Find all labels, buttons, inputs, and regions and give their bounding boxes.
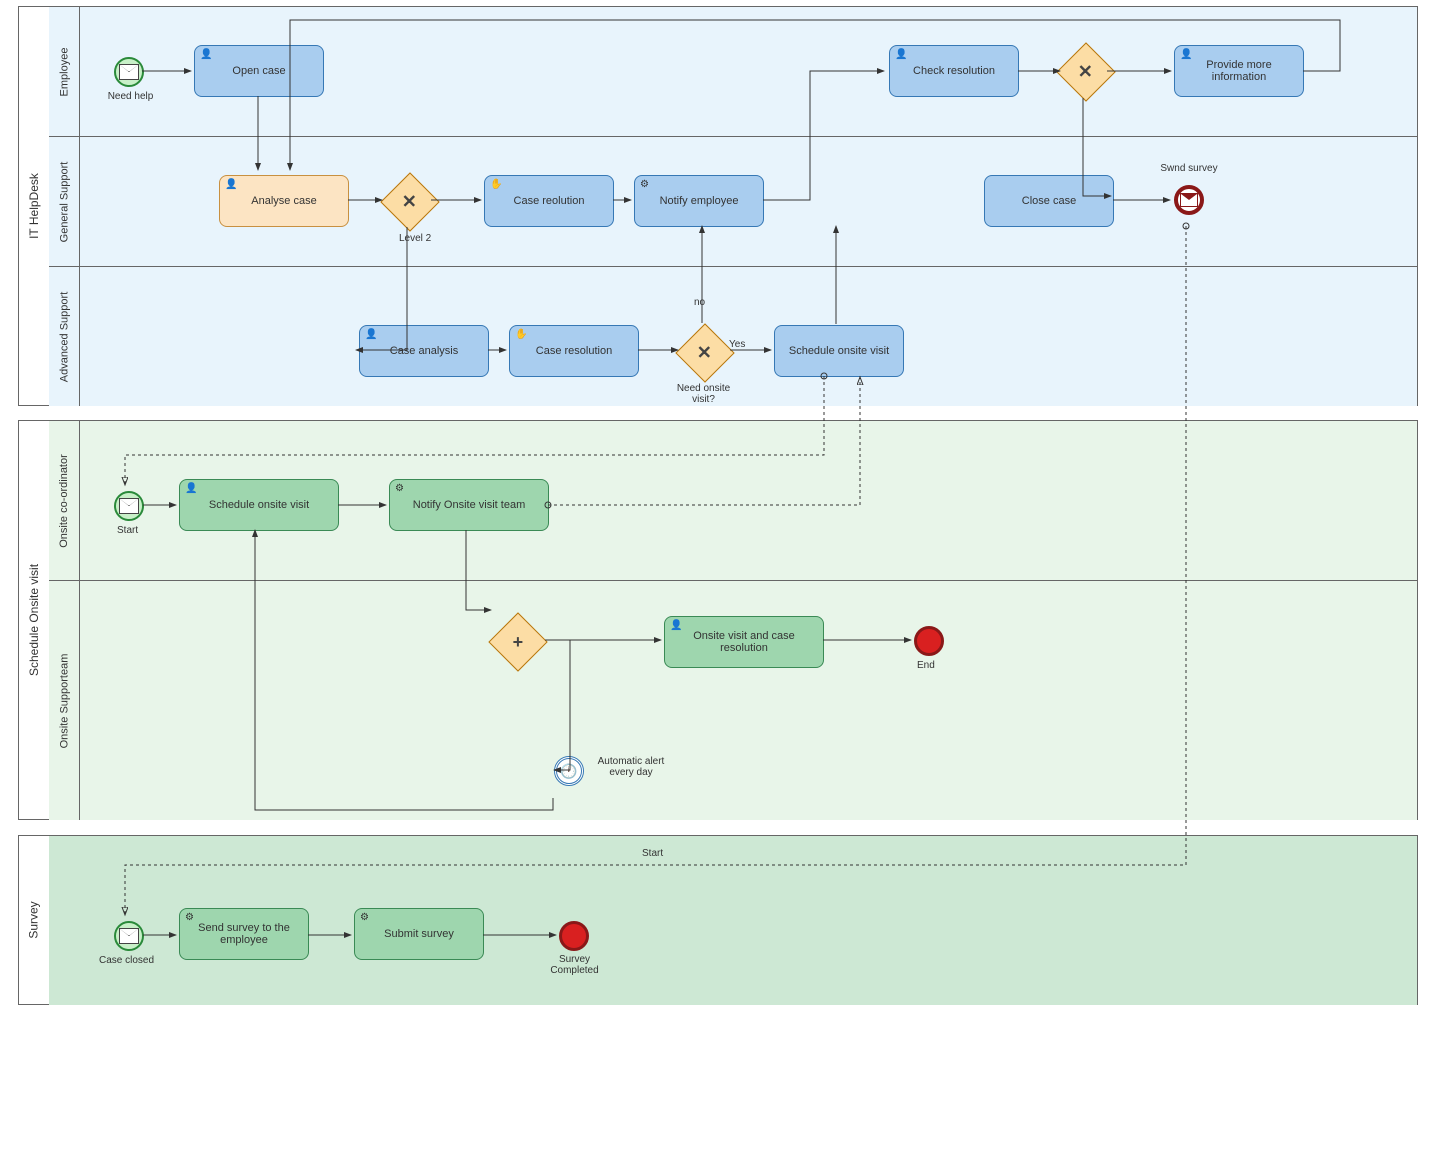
task-notify-team[interactable]: ⚙Notify Onsite visit team [389, 479, 549, 531]
user-icon: 👤 [200, 49, 212, 60]
task-check-resolution[interactable]: 👤Check resolution [889, 45, 1019, 97]
message-icon [1180, 193, 1198, 207]
lane-title-employee: Employee [49, 7, 80, 136]
label-level2: Level 2 [399, 233, 431, 244]
user-icon: 👤 [1180, 49, 1192, 60]
gear-icon: ⚙ [395, 483, 404, 494]
gateway-level2[interactable]: ✕ [380, 172, 439, 231]
bpmn-diagram: IT HelpDesk Employee Need help 👤Open cas… [0, 0, 1436, 1150]
lane-title-general: General Support [49, 137, 80, 266]
label-need-help: Need help [103, 91, 158, 102]
label-auto-alert: Automatic alert every day [591, 756, 671, 778]
end-event-onsite[interactable] [914, 626, 944, 656]
gear-icon: ⚙ [360, 912, 369, 923]
label-yes: Yes [729, 339, 745, 350]
pool-title-survey: Survey [19, 836, 50, 1004]
task-provide-info[interactable]: 👤Provide more information [1174, 45, 1304, 97]
hand-icon: ✋ [490, 179, 502, 190]
task-close-case[interactable]: Close case [984, 175, 1114, 227]
gateway-parallel[interactable]: + [488, 612, 547, 671]
lane-employee: Employee Need help 👤Open case 👤Check res… [49, 7, 1417, 137]
task-schedule-onsite-1[interactable]: Schedule onsite visit [774, 325, 904, 377]
x-icon: ✕ [1078, 62, 1093, 83]
message-icon [119, 498, 139, 514]
task-schedule-onsite-2[interactable]: 👤Schedule onsite visit [179, 479, 339, 531]
lane-support-team: Onsite Supporteam + 👤Onsite visit and ca… [49, 581, 1417, 820]
label-end-1: End [917, 660, 935, 671]
x-icon: ✕ [402, 192, 417, 213]
clock-icon: 🕐 [560, 763, 577, 780]
task-analyse-case[interactable]: 👤Analyse case [219, 175, 349, 227]
task-submit-survey[interactable]: ⚙Submit survey [354, 908, 484, 960]
user-icon: 👤 [895, 49, 907, 60]
lane-title-advanced: Advanced Support [49, 267, 80, 406]
label-no: no [694, 297, 705, 308]
task-case-resolution-1[interactable]: ✋Case reolution [484, 175, 614, 227]
task-case-analysis[interactable]: 👤Case analysis [359, 325, 489, 377]
gateway-need-onsite[interactable]: ✕ [675, 323, 734, 382]
end-event-send-survey[interactable] [1174, 185, 1204, 215]
hand-icon: ✋ [515, 329, 527, 340]
start-event-need-help[interactable] [114, 57, 144, 87]
gateway-resolution-check[interactable]: ✕ [1056, 42, 1115, 101]
task-notify-employee[interactable]: ⚙Notify employee [634, 175, 764, 227]
pool-title-helpdesk: IT HelpDesk [19, 7, 50, 405]
label-case-closed: Case closed [99, 955, 154, 966]
pool-it-helpdesk[interactable]: IT HelpDesk Employee Need help 👤Open cas… [18, 6, 1418, 406]
x-icon: ✕ [697, 343, 712, 364]
task-case-resolution-2[interactable]: ✋Case resolution [509, 325, 639, 377]
lane-title-coordinator: Onsite co-ordinator [49, 421, 80, 580]
gear-icon: ⚙ [185, 912, 194, 923]
lane-advanced-support: Advanced Support 👤Case analysis ✋Case re… [49, 267, 1417, 406]
task-send-survey[interactable]: ⚙Send survey to the employee [179, 908, 309, 960]
pool-schedule-onsite[interactable]: Schedule Onsite visit Onsite co-ordinato… [18, 420, 1418, 820]
pool-survey[interactable]: Survey Case closed Start ⚙Send survey to… [18, 835, 1418, 1005]
gear-icon: ⚙ [640, 179, 649, 190]
label-start-2: Start [642, 848, 663, 859]
label-survey-completed: Survey Completed [547, 954, 602, 976]
user-icon: 👤 [365, 329, 377, 340]
message-icon [119, 928, 139, 944]
timer-event[interactable]: 🕐 [554, 756, 584, 786]
message-icon [119, 64, 139, 80]
user-icon: 👤 [225, 179, 237, 190]
end-event-survey[interactable] [559, 921, 589, 951]
user-icon: 👤 [185, 483, 197, 494]
task-onsite-resolution[interactable]: 👤Onsite visit and case resolution [664, 616, 824, 668]
label-send-survey: Swnd survey [1154, 163, 1224, 174]
pool-title-onsite: Schedule Onsite visit [19, 421, 50, 819]
label-start-1: Start [117, 525, 138, 536]
label-need-onsite: Need onsite visit? [671, 383, 736, 405]
user-icon: 👤 [670, 620, 682, 631]
lane-survey: Case closed Start ⚙Send survey to the em… [49, 836, 1417, 1005]
lane-title-support-team: Onsite Supporteam [49, 581, 80, 820]
task-open-case[interactable]: 👤Open case [194, 45, 324, 97]
start-event-survey[interactable] [114, 921, 144, 951]
lane-general-support: General Support 👤Analyse case ✕ Level 2 … [49, 137, 1417, 267]
plus-icon: + [513, 631, 524, 652]
lane-coordinator: Onsite co-ordinator Start 👤Schedule onsi… [49, 421, 1417, 581]
start-event-onsite[interactable] [114, 491, 144, 521]
